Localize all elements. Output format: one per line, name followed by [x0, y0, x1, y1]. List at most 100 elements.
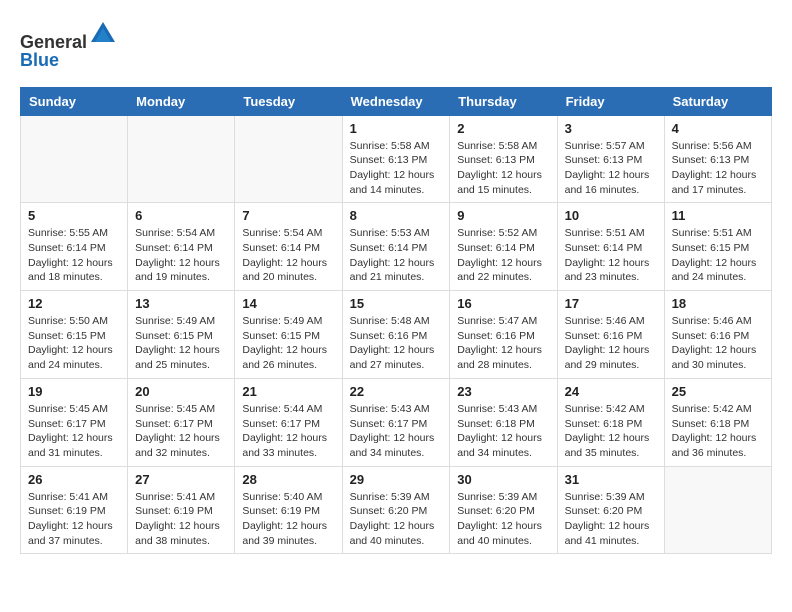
day-info: Sunrise: 5:46 AM Sunset: 6:16 PM Dayligh… [672, 314, 764, 373]
day-number: 6 [135, 208, 227, 223]
calendar-week-row: 12 Sunrise: 5:50 AM Sunset: 6:15 PM Dayli… [21, 291, 772, 379]
day-number: 22 [350, 384, 443, 399]
day-info: Sunrise: 5:47 AM Sunset: 6:16 PM Dayligh… [457, 314, 549, 373]
calendar-day-cell: 15 Sunrise: 5:48 AM Sunset: 6:16 PM Dayli… [342, 291, 450, 379]
day-info: Sunrise: 5:52 AM Sunset: 6:14 PM Dayligh… [457, 226, 549, 285]
day-number: 20 [135, 384, 227, 399]
day-number: 30 [457, 472, 549, 487]
day-info: Sunrise: 5:57 AM Sunset: 6:13 PM Dayligh… [565, 139, 657, 198]
calendar-day-cell: 9 Sunrise: 5:52 AM Sunset: 6:14 PM Daylig… [450, 203, 557, 291]
calendar-day-cell: 27 Sunrise: 5:41 AM Sunset: 6:19 PM Dayli… [128, 466, 235, 554]
day-number: 5 [28, 208, 120, 223]
day-info: Sunrise: 5:41 AM Sunset: 6:19 PM Dayligh… [28, 490, 120, 549]
day-info: Sunrise: 5:49 AM Sunset: 6:15 PM Dayligh… [135, 314, 227, 373]
calendar-day-cell: 18 Sunrise: 5:46 AM Sunset: 6:16 PM Dayli… [664, 291, 771, 379]
calendar-day-cell: 28 Sunrise: 5:40 AM Sunset: 6:19 PM Dayli… [235, 466, 342, 554]
day-info: Sunrise: 5:56 AM Sunset: 6:13 PM Dayligh… [672, 139, 764, 198]
day-number: 28 [242, 472, 334, 487]
day-number: 23 [457, 384, 549, 399]
calendar-day-cell: 10 Sunrise: 5:51 AM Sunset: 6:14 PM Dayli… [557, 203, 664, 291]
day-info: Sunrise: 5:58 AM Sunset: 6:13 PM Dayligh… [350, 139, 443, 198]
day-number: 19 [28, 384, 120, 399]
day-number: 8 [350, 208, 443, 223]
day-info: Sunrise: 5:54 AM Sunset: 6:14 PM Dayligh… [135, 226, 227, 285]
day-number: 26 [28, 472, 120, 487]
calendar-day-cell: 4 Sunrise: 5:56 AM Sunset: 6:13 PM Daylig… [664, 115, 771, 203]
calendar-day-cell: 5 Sunrise: 5:55 AM Sunset: 6:14 PM Daylig… [21, 203, 128, 291]
day-info: Sunrise: 5:46 AM Sunset: 6:16 PM Dayligh… [565, 314, 657, 373]
day-number: 14 [242, 296, 334, 311]
day-info: Sunrise: 5:51 AM Sunset: 6:15 PM Dayligh… [672, 226, 764, 285]
calendar-day-cell: 11 Sunrise: 5:51 AM Sunset: 6:15 PM Dayli… [664, 203, 771, 291]
calendar-day-cell: 31 Sunrise: 5:39 AM Sunset: 6:20 PM Dayli… [557, 466, 664, 554]
day-of-week-header: Saturday [664, 87, 771, 115]
day-info: Sunrise: 5:49 AM Sunset: 6:15 PM Dayligh… [242, 314, 334, 373]
day-number: 13 [135, 296, 227, 311]
calendar-day-cell: 19 Sunrise: 5:45 AM Sunset: 6:17 PM Dayli… [21, 378, 128, 466]
calendar-day-cell: 7Sunrise: 5:54 AM Sunset: 6:14 PM Daylig… [235, 203, 342, 291]
day-number: 31 [565, 472, 657, 487]
day-info: Sunrise: 5:43 AM Sunset: 6:18 PM Dayligh… [457, 402, 549, 461]
day-number: 29 [350, 472, 443, 487]
day-info: Sunrise: 5:45 AM Sunset: 6:17 PM Dayligh… [28, 402, 120, 461]
day-number: 3 [565, 121, 657, 136]
calendar-day-cell: 3 Sunrise: 5:57 AM Sunset: 6:13 PM Daylig… [557, 115, 664, 203]
calendar-day-cell: 6 Sunrise: 5:54 AM Sunset: 6:14 PM Daylig… [128, 203, 235, 291]
day-info: Sunrise: 5:42 AM Sunset: 6:18 PM Dayligh… [565, 402, 657, 461]
day-number: 25 [672, 384, 764, 399]
day-number: 4 [672, 121, 764, 136]
day-info: Sunrise: 5:41 AM Sunset: 6:19 PM Dayligh… [135, 490, 227, 549]
day-number: 10 [565, 208, 657, 223]
day-number: 2 [457, 121, 549, 136]
day-number: 18 [672, 296, 764, 311]
day-of-week-header: Thursday [450, 87, 557, 115]
day-info: Sunrise: 5:39 AM Sunset: 6:20 PM Dayligh… [457, 490, 549, 549]
calendar-day-cell [664, 466, 771, 554]
calendar-day-cell [235, 115, 342, 203]
day-info: Sunrise: 5:39 AM Sunset: 6:20 PM Dayligh… [565, 490, 657, 549]
day-number: 9 [457, 208, 549, 223]
day-number: 12 [28, 296, 120, 311]
day-info: Sunrise: 5:43 AM Sunset: 6:17 PM Dayligh… [350, 402, 443, 461]
calendar-day-cell: 14 Sunrise: 5:49 AM Sunset: 6:15 PM Dayli… [235, 291, 342, 379]
day-of-week-header: Monday [128, 87, 235, 115]
calendar-day-cell: 25 Sunrise: 5:42 AM Sunset: 6:18 PM Dayli… [664, 378, 771, 466]
day-info: Sunrise: 5:53 AM Sunset: 6:14 PM Dayligh… [350, 226, 443, 285]
calendar-day-cell: 1Sunrise: 5:58 AM Sunset: 6:13 PM Daylig… [342, 115, 450, 203]
calendar-week-row: 26 Sunrise: 5:41 AM Sunset: 6:19 PM Dayli… [21, 466, 772, 554]
calendar-week-row: 5 Sunrise: 5:55 AM Sunset: 6:14 PM Daylig… [21, 203, 772, 291]
calendar-day-cell: 8 Sunrise: 5:53 AM Sunset: 6:14 PM Daylig… [342, 203, 450, 291]
day-number: 11 [672, 208, 764, 223]
day-of-week-header: Wednesday [342, 87, 450, 115]
calendar-day-cell [21, 115, 128, 203]
day-of-week-header: Sunday [21, 87, 128, 115]
calendar-table: SundayMondayTuesdayWednesdayThursdayFrid… [20, 87, 772, 555]
day-number: 15 [350, 296, 443, 311]
calendar-day-cell: 24 Sunrise: 5:42 AM Sunset: 6:18 PM Dayli… [557, 378, 664, 466]
calendar-day-cell: 30 Sunrise: 5:39 AM Sunset: 6:20 PM Dayli… [450, 466, 557, 554]
calendar-day-cell: 22 Sunrise: 5:43 AM Sunset: 6:17 PM Dayli… [342, 378, 450, 466]
calendar-day-cell: 2 Sunrise: 5:58 AM Sunset: 6:13 PM Daylig… [450, 115, 557, 203]
day-number: 17 [565, 296, 657, 311]
logo: General Blue [20, 20, 117, 71]
day-info: Sunrise: 5:44 AM Sunset: 6:17 PM Dayligh… [242, 402, 334, 461]
calendar-day-cell: 20Sunrise: 5:45 AM Sunset: 6:17 PM Dayli… [128, 378, 235, 466]
day-number: 24 [565, 384, 657, 399]
calendar-week-row: 1Sunrise: 5:58 AM Sunset: 6:13 PM Daylig… [21, 115, 772, 203]
day-info: Sunrise: 5:48 AM Sunset: 6:16 PM Dayligh… [350, 314, 443, 373]
day-info: Sunrise: 5:50 AM Sunset: 6:15 PM Dayligh… [28, 314, 120, 373]
calendar-day-cell: 21Sunrise: 5:44 AM Sunset: 6:17 PM Dayli… [235, 378, 342, 466]
day-info: Sunrise: 5:51 AM Sunset: 6:14 PM Dayligh… [565, 226, 657, 285]
page-header: General Blue [20, 20, 772, 71]
calendar-day-cell: 13 Sunrise: 5:49 AM Sunset: 6:15 PM Dayli… [128, 291, 235, 379]
day-info: Sunrise: 5:42 AM Sunset: 6:18 PM Dayligh… [672, 402, 764, 461]
day-of-week-header: Tuesday [235, 87, 342, 115]
calendar-day-cell: 16Sunrise: 5:47 AM Sunset: 6:16 PM Dayli… [450, 291, 557, 379]
day-number: 27 [135, 472, 227, 487]
calendar-day-cell: 12 Sunrise: 5:50 AM Sunset: 6:15 PM Dayli… [21, 291, 128, 379]
day-info: Sunrise: 5:58 AM Sunset: 6:13 PM Dayligh… [457, 139, 549, 198]
calendar-day-cell [128, 115, 235, 203]
calendar-week-row: 19 Sunrise: 5:45 AM Sunset: 6:17 PM Dayli… [21, 378, 772, 466]
day-info: Sunrise: 5:40 AM Sunset: 6:19 PM Dayligh… [242, 490, 334, 549]
day-info: Sunrise: 5:55 AM Sunset: 6:14 PM Dayligh… [28, 226, 120, 285]
